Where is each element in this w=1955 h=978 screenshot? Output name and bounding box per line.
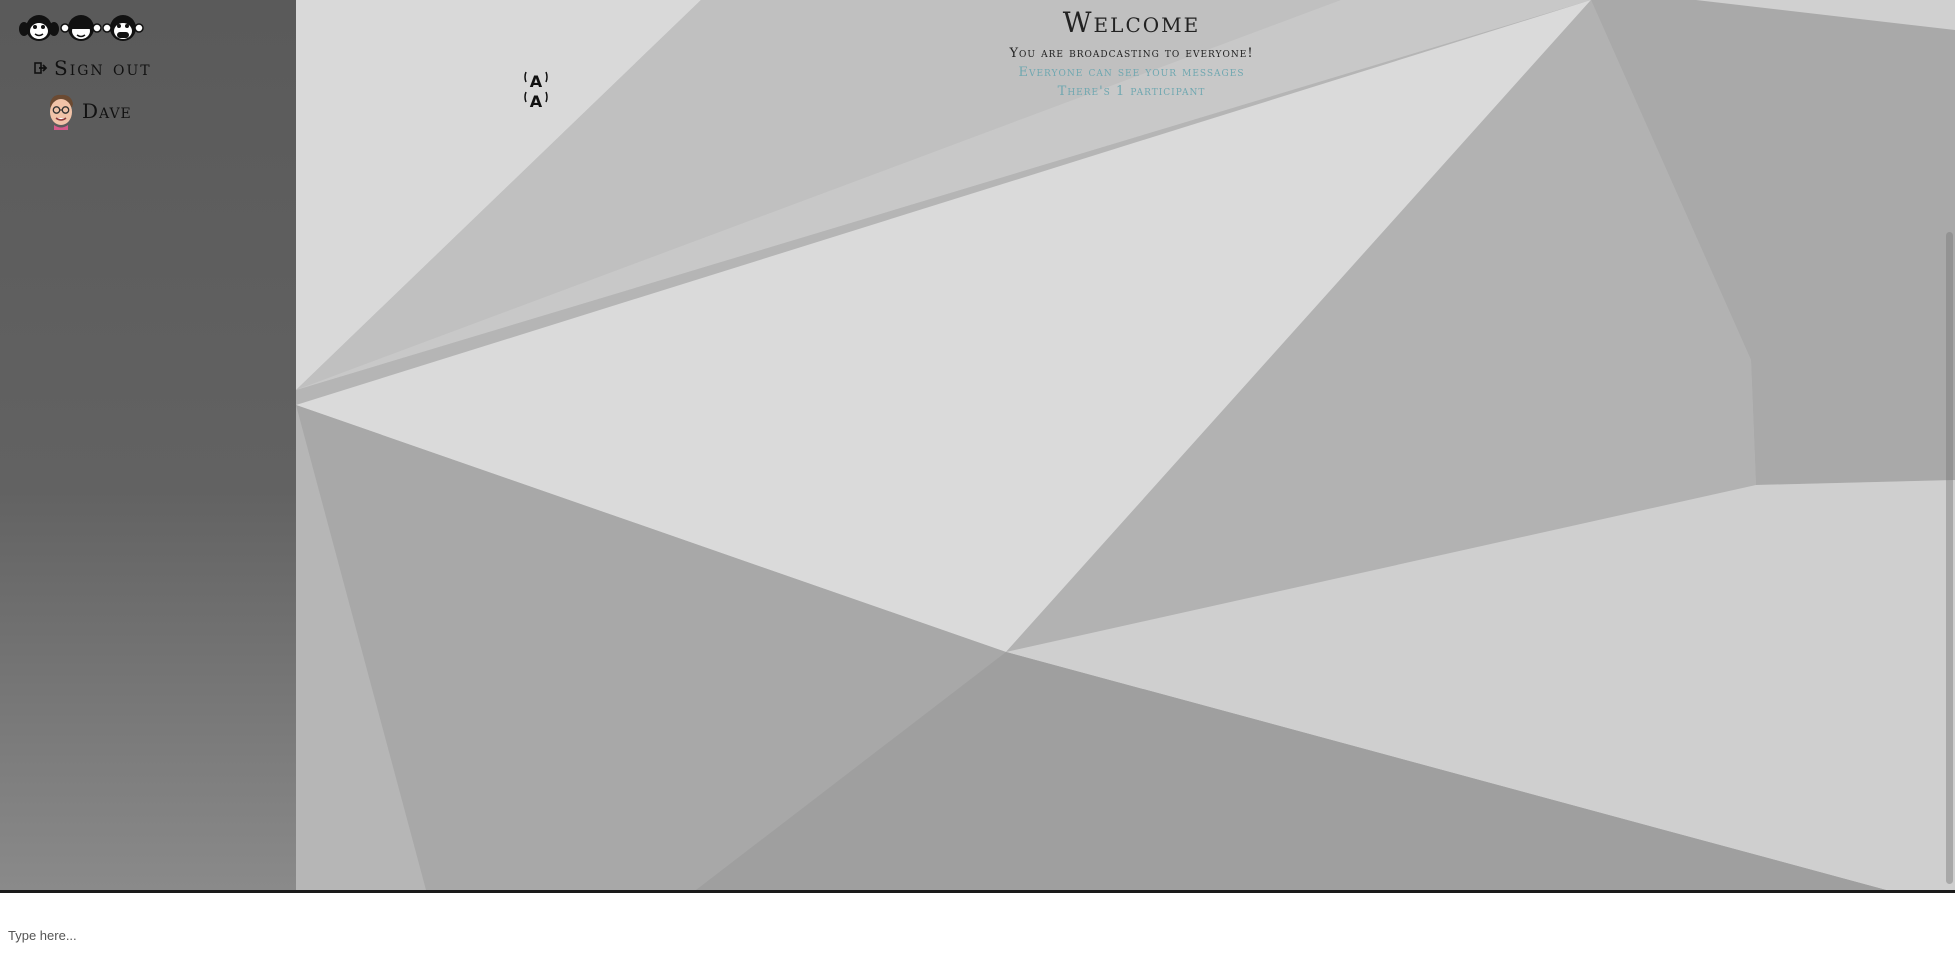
hear-no-evil-monkey-icon xyxy=(19,15,59,41)
current-user[interactable]: Dave xyxy=(44,92,132,130)
avatar xyxy=(50,94,73,130)
chat-app: Sign out Dave A A Welcome You are broadc… xyxy=(0,0,1955,978)
sign-out-button[interactable]: Sign out xyxy=(34,56,152,80)
sign-out-icon xyxy=(34,62,48,74)
chat-area: A A Welcome You are broadcasting to ever… xyxy=(296,0,1955,890)
participant-count: There's 1 participant xyxy=(1057,84,1206,99)
welcome-header: Welcome You are broadcasting to everyone… xyxy=(296,6,1955,101)
visibility-status: Everyone can see your messages xyxy=(1018,65,1245,80)
page-title: Welcome xyxy=(1062,6,1201,39)
sidebar: Sign out Dave xyxy=(0,0,296,890)
scrollbar[interactable] xyxy=(1946,232,1953,884)
message-input[interactable] xyxy=(6,919,1910,951)
user-name: Dave xyxy=(82,99,132,123)
broadcast-status: You are broadcasting to everyone! xyxy=(1009,46,1254,61)
see-no-evil-monkey-icon xyxy=(60,15,102,41)
background-image xyxy=(296,0,1955,890)
sign-out-label: Sign out xyxy=(54,56,152,80)
logo xyxy=(18,10,144,46)
message-composer xyxy=(0,893,1955,978)
speak-no-evil-monkey-icon xyxy=(102,15,144,41)
